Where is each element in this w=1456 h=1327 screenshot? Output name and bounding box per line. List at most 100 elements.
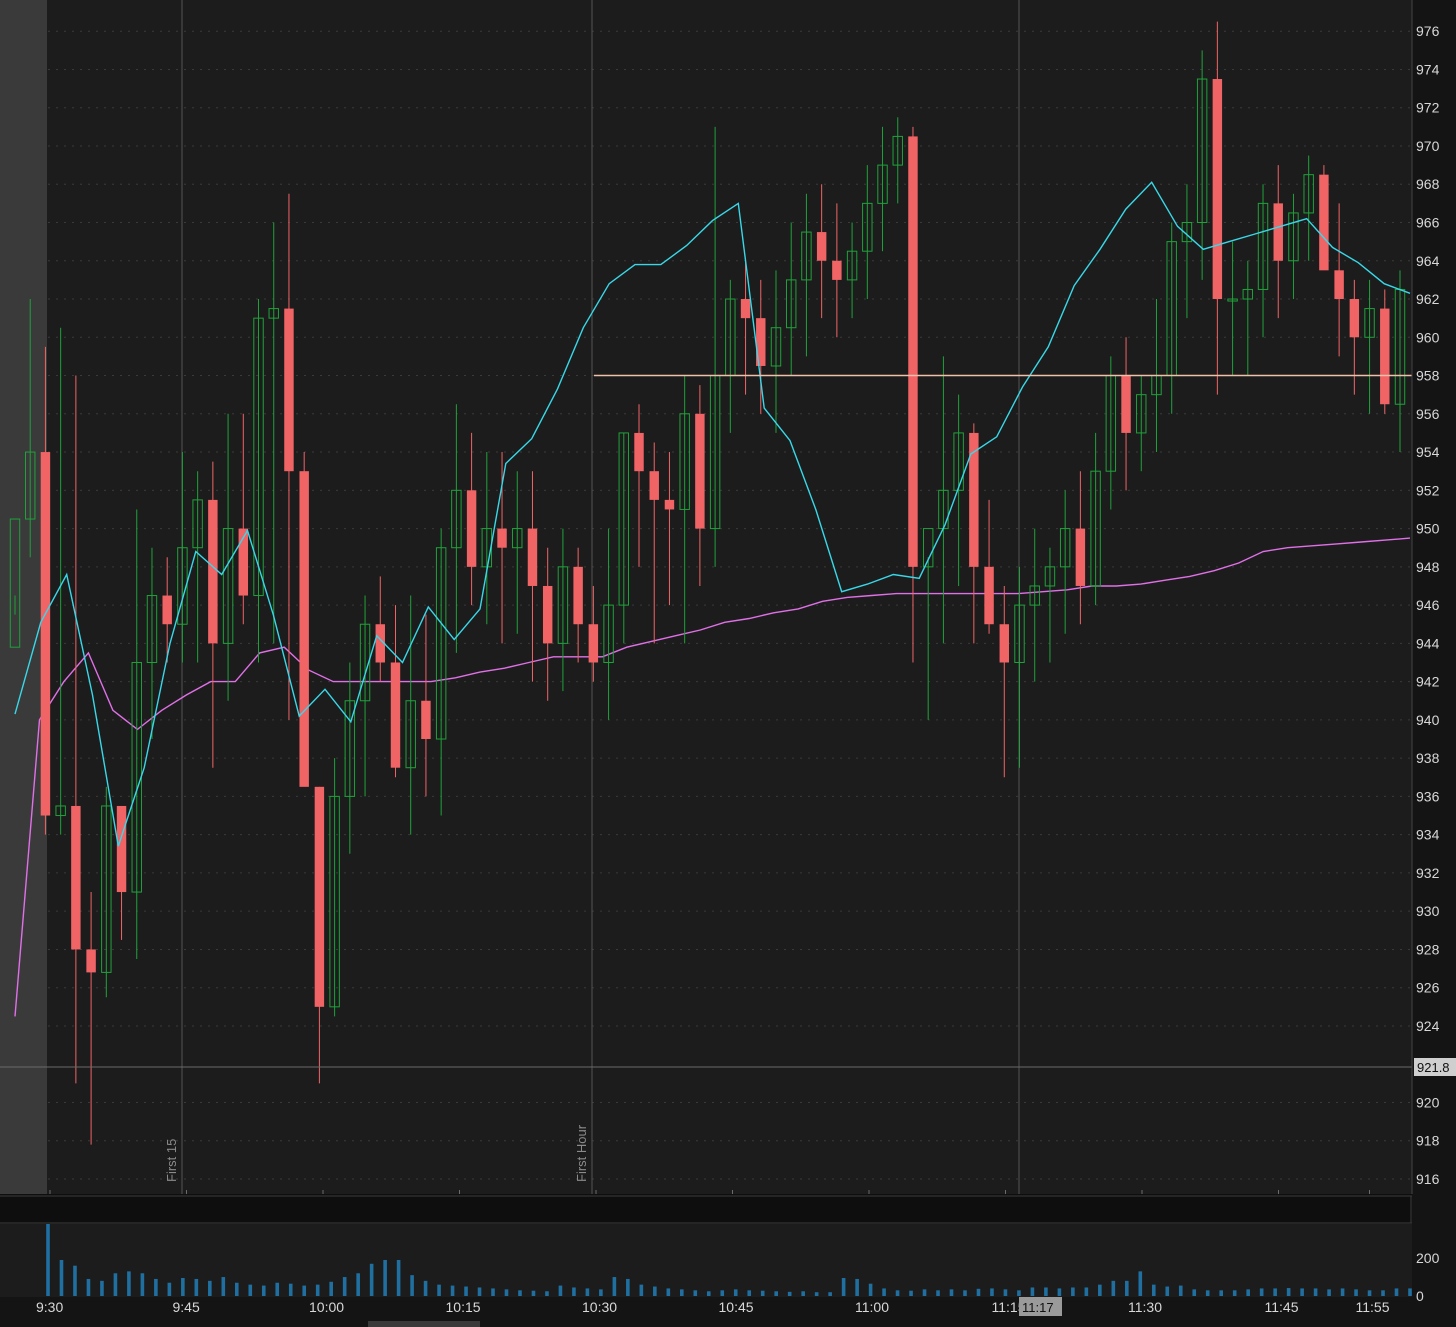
volume-bar xyxy=(248,1284,253,1296)
candle-body-down xyxy=(1075,528,1086,586)
candle-body-down xyxy=(588,624,599,663)
volume-bar xyxy=(491,1288,495,1296)
volume-bar xyxy=(895,1290,900,1296)
volume-bar xyxy=(868,1283,873,1296)
volume-bar xyxy=(342,1277,347,1296)
volume-bar xyxy=(774,1291,778,1296)
volume-panel-background xyxy=(0,1224,1412,1297)
price-tick-label: 920 xyxy=(1416,1094,1440,1110)
volume-bar xyxy=(531,1290,536,1296)
volume-bar xyxy=(410,1275,414,1296)
price-tick-label: 964 xyxy=(1416,253,1440,269)
price-tick-label: 924 xyxy=(1416,1018,1440,1034)
volume-bar xyxy=(1367,1290,1372,1296)
price-tick-label: 928 xyxy=(1416,941,1440,957)
candle-body-down xyxy=(527,528,538,586)
volume-bar xyxy=(1044,1287,1048,1296)
volume-bar xyxy=(356,1273,360,1296)
price-tick-label: 970 xyxy=(1416,138,1440,154)
candle-body-down xyxy=(816,232,827,261)
candle-body-down xyxy=(984,566,994,625)
candle-body-down xyxy=(86,949,96,973)
volume-bar xyxy=(1057,1288,1062,1296)
price-tick-label: 942 xyxy=(1416,674,1440,690)
volume-bar xyxy=(841,1278,846,1296)
volume-bar xyxy=(100,1280,104,1296)
price-tick-label: 918 xyxy=(1416,1133,1440,1149)
volume-bar xyxy=(733,1289,738,1296)
volume-bar xyxy=(936,1290,940,1296)
volume-bar xyxy=(1205,1290,1210,1296)
volume-bar xyxy=(680,1289,684,1296)
volume-bar xyxy=(963,1290,967,1296)
volume-bar xyxy=(1327,1289,1331,1296)
volume-bar xyxy=(1151,1284,1156,1296)
time-tick-label: 9:45 xyxy=(173,1299,200,1315)
volume-bar xyxy=(140,1273,145,1296)
time-tick-label: 9:30 xyxy=(36,1299,63,1315)
volume-bar xyxy=(545,1291,549,1296)
candle-body-down xyxy=(40,452,51,816)
candle-body-down xyxy=(284,308,294,472)
volume-bar xyxy=(1246,1289,1250,1296)
volume-bar xyxy=(1300,1288,1304,1296)
volume-bar xyxy=(450,1285,455,1296)
volume-bar xyxy=(599,1289,603,1296)
candle-body-down xyxy=(695,413,705,529)
candle-body-down xyxy=(908,136,918,567)
time-tick-label: 11:00 xyxy=(855,1299,889,1315)
candle-body-down xyxy=(466,490,477,567)
volume-bar xyxy=(949,1289,954,1296)
volume-bar xyxy=(1178,1285,1183,1296)
volume-bar xyxy=(113,1273,118,1296)
candle-body-down xyxy=(421,700,431,740)
candle-body-down xyxy=(999,624,1010,663)
volume-bar xyxy=(329,1281,333,1296)
volume-bar xyxy=(990,1288,994,1296)
volume-bar xyxy=(1084,1287,1089,1296)
volume-bar xyxy=(73,1265,77,1296)
candle-body-down xyxy=(664,499,675,510)
price-tick-label: 946 xyxy=(1416,597,1440,613)
current-price-tag-text: 921.8 xyxy=(1417,1060,1450,1075)
price-tick-label: 944 xyxy=(1416,635,1440,651)
volume-bar xyxy=(572,1287,576,1296)
volume-bar xyxy=(437,1284,441,1296)
volume-bar xyxy=(1030,1287,1035,1296)
candle-body-down xyxy=(969,432,979,567)
price-tick-label: 966 xyxy=(1416,215,1440,231)
horizontal-scrollbar[interactable] xyxy=(368,1321,480,1327)
volume-bar xyxy=(1138,1271,1143,1296)
candlestick-chart[interactable]: First 15 First Hour 916 918 920 924 926 928 930… xyxy=(0,0,1456,1327)
price-tick-label: 976 xyxy=(1416,23,1440,39)
volume-bar xyxy=(1408,1288,1412,1296)
candle-body-down xyxy=(740,299,751,319)
volume-bar xyxy=(1098,1284,1102,1296)
volume-bar xyxy=(423,1280,428,1296)
volume-bar xyxy=(787,1291,792,1296)
volume-bar xyxy=(1273,1288,1277,1296)
volume-bar xyxy=(1232,1290,1237,1296)
time-tick-label: 11:45 xyxy=(1265,1299,1299,1315)
volume-bar xyxy=(760,1290,765,1296)
volume-bar xyxy=(1111,1280,1116,1296)
volume-bar xyxy=(1259,1288,1264,1296)
candle-body-down xyxy=(1380,308,1390,405)
price-tick-label: 938 xyxy=(1416,750,1440,766)
volume-bar xyxy=(383,1260,387,1296)
volume-bar xyxy=(1354,1289,1358,1296)
candle-body-down xyxy=(1334,270,1344,300)
candle-body-down xyxy=(71,805,81,950)
volume-bar xyxy=(127,1271,131,1296)
volume-bar xyxy=(234,1282,239,1296)
volume-bar xyxy=(1394,1288,1399,1296)
candle-body-down xyxy=(634,432,644,472)
price-tick-label: 916 xyxy=(1416,1171,1440,1187)
volume-bar xyxy=(221,1277,226,1296)
price-tick-label: 974 xyxy=(1416,61,1440,77)
volume-bar xyxy=(585,1288,590,1296)
time-tick-label: 11:30 xyxy=(1128,1299,1162,1315)
volume-bar xyxy=(706,1291,711,1296)
price-tick-label: 936 xyxy=(1416,788,1440,804)
volume-bar xyxy=(369,1263,374,1296)
